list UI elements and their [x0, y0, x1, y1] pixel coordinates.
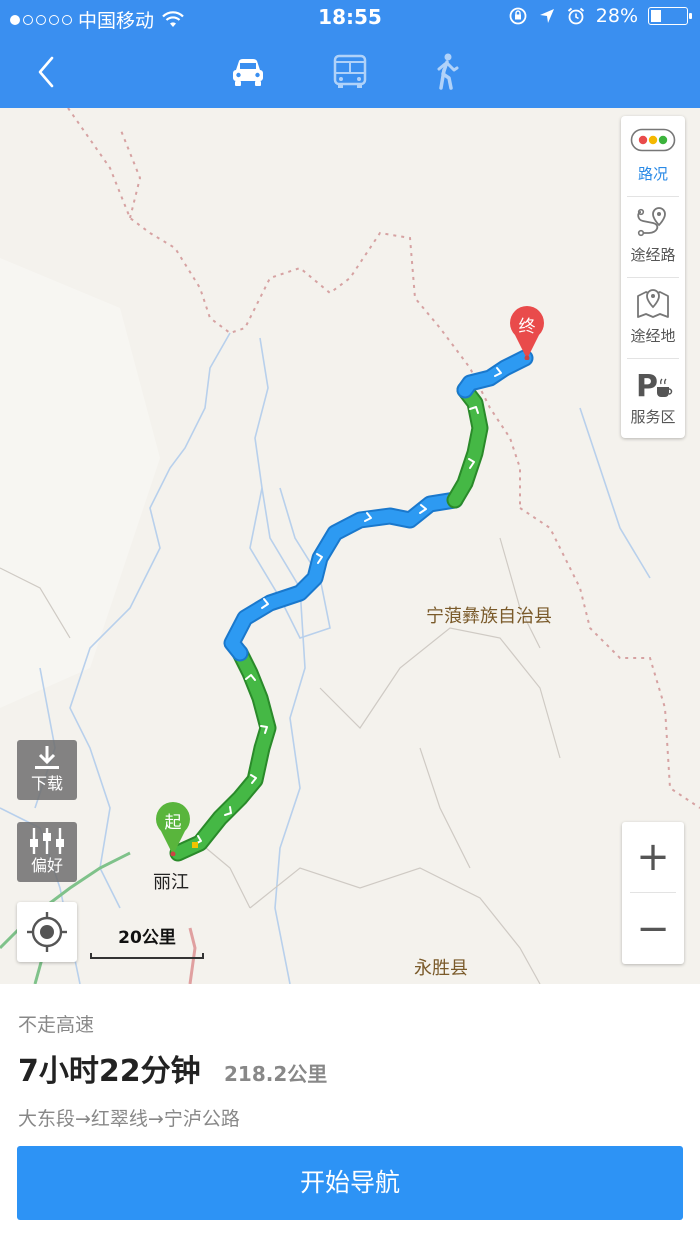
car-icon	[233, 59, 263, 86]
bus-mode-tab[interactable]	[328, 50, 372, 94]
walk-mode-tab[interactable]	[425, 50, 469, 94]
route-preference-text: 不走高速	[18, 1014, 95, 1036]
start-marker[interactable]: 起	[153, 800, 193, 857]
back-button[interactable]	[28, 50, 68, 94]
battery-icon	[648, 7, 692, 25]
download-map-button[interactable]: 下载	[17, 740, 77, 800]
walk-icon	[437, 53, 459, 90]
locate-me-button[interactable]	[17, 902, 77, 962]
waypoint-route-icon	[637, 207, 666, 237]
route-preference-button[interactable]: 偏好	[17, 822, 77, 882]
status-bar: 中国移动 18:55 28%	[0, 0, 700, 36]
end-marker[interactable]: 终	[507, 304, 547, 361]
drive-mode-tab[interactable]	[226, 50, 270, 94]
start-navigation-button[interactable]: 开始导航	[17, 1146, 683, 1220]
scale-bar	[90, 953, 204, 959]
waypoint-place-button[interactable]: 途经地	[621, 278, 685, 358]
rotation-lock-icon	[509, 7, 527, 25]
map-canvas	[0, 108, 700, 984]
chevron-left-icon	[38, 56, 54, 88]
top-bar: 中国移动 18:55 28%	[0, 0, 700, 108]
service-area-button[interactable]: P 服务区	[621, 359, 685, 439]
svg-text:P: P	[636, 369, 658, 401]
parking-cafe-icon: P	[636, 369, 673, 404]
battery-percent: 28%	[595, 5, 638, 27]
traffic-toggle-button[interactable]: 路况	[621, 116, 685, 196]
nav-bar	[0, 36, 700, 108]
route-info-panel[interactable]: 不走高速 7小时22分钟 218.2公里 大东段→红翠线→宁泸公路 开始导航	[0, 984, 700, 1244]
traffic-light-icon	[630, 128, 676, 152]
route-duration: 7小时22分钟	[18, 1054, 201, 1089]
place-label-lijiang: 丽江	[153, 872, 189, 893]
boundary-lines	[67, 108, 700, 809]
zoom-out-button[interactable]: −	[622, 894, 684, 964]
zoom-controls: + −	[622, 822, 684, 964]
place-label-yongsheng: 永胜县	[414, 958, 468, 979]
bus-icon	[333, 54, 367, 88]
location-arrow-icon	[539, 9, 554, 23]
waypoint-route-button[interactable]: 途经路	[621, 197, 685, 277]
route-roads: 大东段→红翠线→宁泸公路	[18, 1108, 240, 1130]
map-pin-icon	[637, 289, 669, 318]
route-distance: 218.2公里	[224, 1062, 328, 1086]
alarm-icon	[567, 7, 584, 25]
map-view[interactable]: 宁蒗彝族自治县 永胜县 丽江 起 终 路况 途经路 途经地 P 服务区 下载 偏…	[0, 108, 700, 984]
map-scale: 20公里	[90, 923, 204, 963]
zoom-in-button[interactable]: +	[622, 822, 684, 892]
map-tools-panel: 路况 途经路 途经地 P 服务区	[621, 116, 685, 438]
place-label-ninglang: 宁蒗彝族自治县	[426, 606, 552, 627]
crosshair-icon	[27, 912, 67, 952]
